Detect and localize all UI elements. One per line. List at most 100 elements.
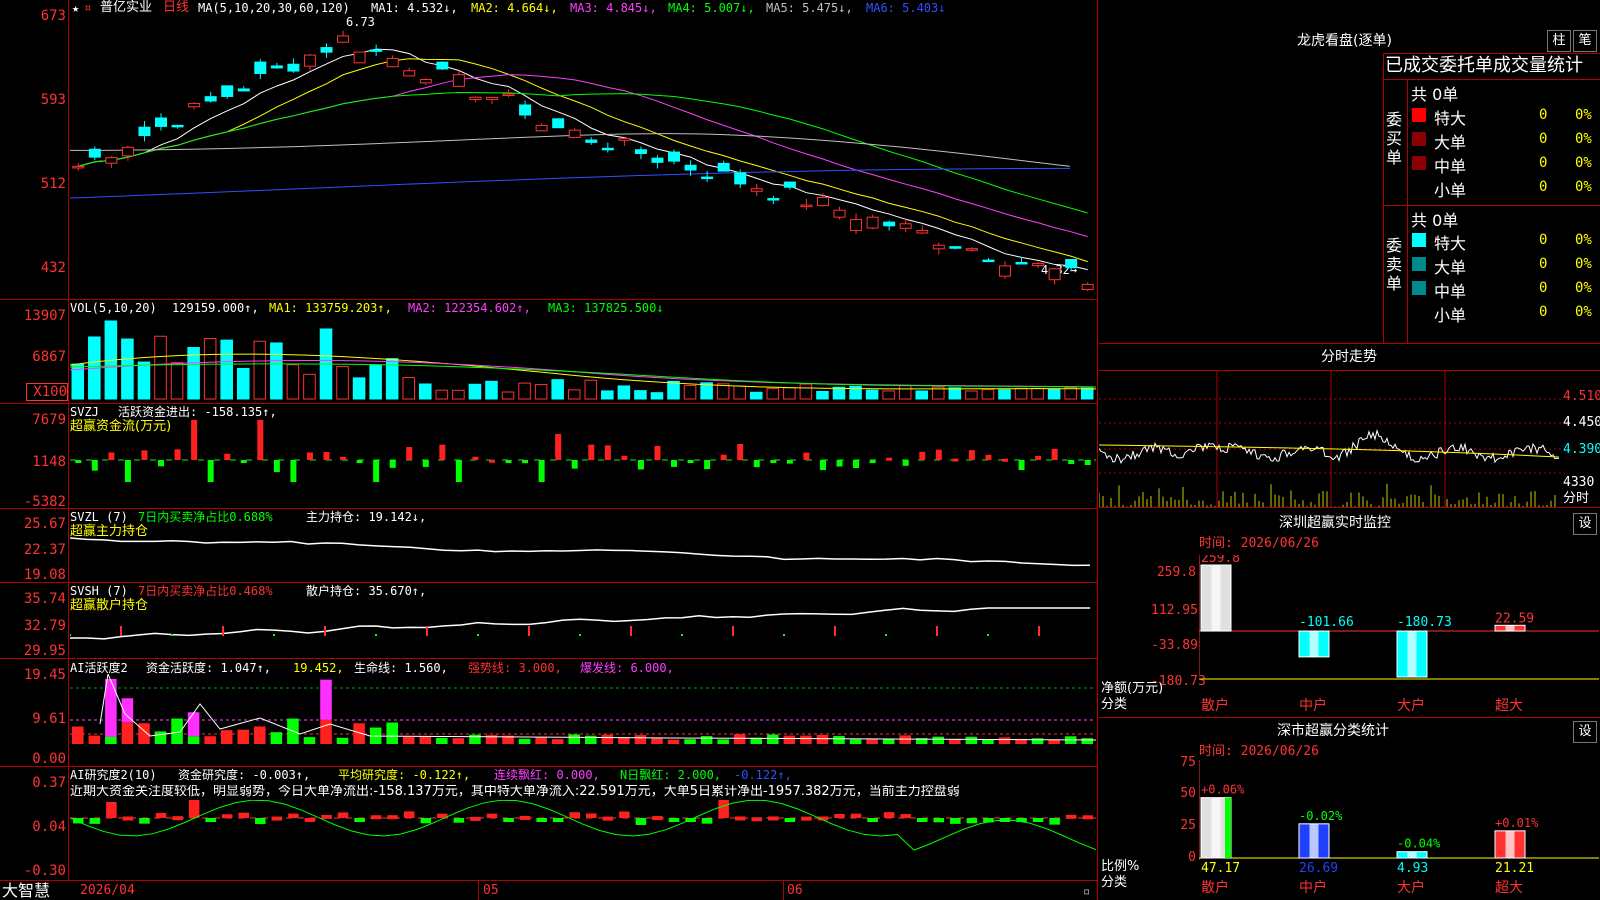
period-label[interactable]: 日线 — [163, 1, 189, 15]
monitor-tick: 259.8 — [1156, 565, 1196, 580]
ratio-chart[interactable]: +0.06% 47.17 散户 -0.02% 26.69 中户 -0.04% 4.93 大户 +0… — [1199, 760, 1599, 900]
research-bar — [205, 818, 216, 822]
ratio-bar-accent — [1225, 797, 1231, 858]
buy-count: 共 0单 — [1411, 85, 1459, 104]
candle-body — [485, 96, 498, 100]
volume-bar — [683, 384, 697, 400]
activity-bar — [72, 726, 84, 744]
volume-chart[interactable] — [70, 315, 1096, 401]
flow-bar — [704, 460, 711, 470]
activity-bar — [949, 739, 961, 744]
candle-body — [800, 204, 813, 208]
buy-row-pct: 0% — [1575, 179, 1592, 195]
research-bar — [503, 818, 514, 822]
volume-unit-button[interactable]: X100 — [26, 383, 68, 401]
bar-shine — [1211, 797, 1221, 858]
flow-bar — [985, 454, 992, 460]
candle-body — [833, 209, 846, 218]
retail-holding-chart[interactable] — [70, 600, 1096, 656]
flow-bar — [224, 453, 231, 460]
lock-icon[interactable]: ▫ — [1083, 884, 1090, 898]
stock-name: 普亿实业 — [100, 0, 153, 15]
flow-bar — [1035, 455, 1042, 460]
buy-swatch — [1412, 132, 1426, 146]
flow-bar — [687, 460, 694, 463]
monitor-settings-button[interactable]: 设 — [1573, 513, 1597, 535]
price-tick: 512 — [40, 176, 66, 192]
ai2-comment: 近期大资金关注度较低，明显弱势，今日大单净流出:-158.137万元，其中特大单… — [70, 785, 960, 799]
activity-bar — [518, 738, 531, 744]
flow-bar — [621, 455, 628, 460]
separator — [0, 299, 1098, 300]
ma5-value: MA5: 5.475↓, — [766, 1, 853, 15]
activity-bar — [204, 736, 216, 744]
volume-bar — [948, 387, 962, 400]
net-amount-chart[interactable]: 259.8 散户 -101.66 中户 -180.73 大户 22.59 超大 — [1199, 555, 1599, 715]
volume-bar — [783, 387, 796, 400]
svzl-desc: 7日内买卖净占比0.688% — [138, 510, 273, 524]
fund-flow-chart[interactable] — [70, 420, 1096, 506]
research-bar — [586, 813, 597, 818]
volume-bar — [352, 377, 366, 400]
ai2-v4: N日飘红: 2.000, — [620, 768, 722, 782]
flow-bar — [968, 450, 975, 460]
monitor-tick: 112.95 — [1151, 603, 1198, 618]
flow-bar — [737, 444, 744, 460]
ma3-value: MA3: 4.845↓, — [570, 1, 657, 15]
activity-chart[interactable] — [70, 674, 1096, 764]
volume-bar — [518, 382, 531, 400]
research-bar — [321, 814, 332, 819]
buy-row-count: 0 — [1539, 131, 1548, 147]
main-chart-area[interactable]: 673 593 512 432 ★ ¤ 普亿实业 日线 MA(5,10,20,3… — [0, 0, 1098, 900]
bar-view-button[interactable]: 柱 — [1547, 30, 1571, 52]
main-holding-chart[interactable] — [70, 528, 1096, 580]
flow-bar — [671, 460, 678, 467]
ai2-tick: 0.04 — [32, 819, 66, 835]
classify-ylabel: 比例% — [1101, 859, 1140, 874]
ai2-v2: 平均研究度: -0.122↑, — [338, 768, 471, 782]
separator — [0, 766, 1098, 767]
monitor-time: 时间: 2026/06/26 — [1199, 536, 1319, 551]
activity-peak — [187, 712, 200, 737]
intraday-chart[interactable] — [1099, 371, 1561, 507]
candle-body — [965, 248, 978, 251]
svzl-tick: 25.67 — [23, 516, 66, 532]
candle-body — [502, 93, 515, 97]
research-chart[interactable] — [70, 800, 1096, 880]
activity-bar — [88, 735, 101, 744]
flow-bar — [952, 458, 959, 462]
svzj-label: SVZJ — [70, 405, 99, 419]
tick-view-button[interactable]: 笔 — [1573, 30, 1597, 52]
ai1-v1: 资金活跃度: 1.047↑, — [146, 661, 272, 675]
volume-bar — [766, 387, 780, 400]
ai2-label: AI研究度2(10) — [70, 768, 157, 782]
fenshi-title: 分时走势 — [1321, 349, 1377, 365]
classify-title: 深市超赢分类统计 — [1277, 723, 1389, 739]
flow-bar — [753, 460, 760, 468]
research-bar — [635, 818, 647, 825]
star-icon[interactable]: ★ — [72, 1, 79, 15]
date-tick: 06 — [787, 883, 803, 898]
flow-bar — [853, 460, 860, 468]
candlestick-chart[interactable] — [70, 18, 1096, 298]
monitor-title: 深圳超赢实时监控 — [1279, 515, 1391, 531]
buy-swatch — [1412, 156, 1426, 170]
flow-bar — [571, 460, 578, 469]
flow-bar — [488, 459, 495, 463]
volume-bar — [468, 383, 482, 400]
classify-settings-button[interactable]: 设 — [1573, 721, 1597, 743]
volume-bar — [1014, 387, 1028, 400]
activity-bar — [1081, 738, 1093, 744]
activity-bar — [386, 722, 398, 744]
volume-label: VOL(5,10,20) — [70, 301, 157, 315]
flow-bar — [588, 444, 595, 460]
activity-bar — [436, 737, 448, 744]
ma-params: MA(5,10,20,30,60,120) — [198, 1, 350, 15]
activity-bar — [882, 738, 895, 744]
price-line — [1099, 429, 1560, 464]
candle-body — [419, 79, 432, 84]
candle-body — [866, 216, 879, 229]
price-tick: 593 — [40, 92, 66, 108]
buy-row-label: 中单 — [1434, 157, 1467, 176]
volume-bar — [832, 386, 846, 400]
